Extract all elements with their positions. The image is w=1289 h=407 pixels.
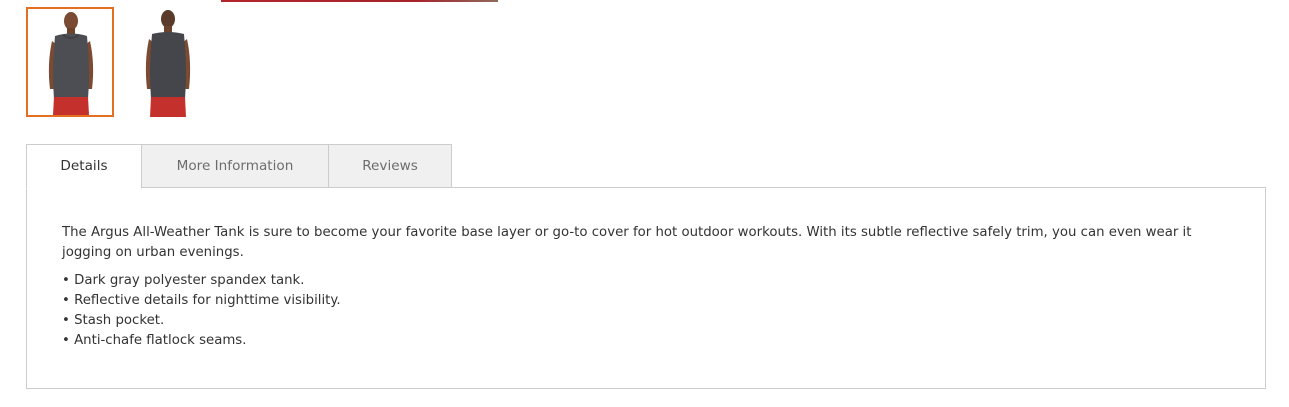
thumbnail-front-view[interactable]	[26, 7, 114, 117]
main-product-image-edge	[221, 0, 498, 2]
tab-details[interactable]: Details	[26, 144, 142, 189]
thumbnail-back-view[interactable]	[124, 7, 212, 117]
product-front-view-image	[48, 12, 94, 115]
feature-list: Dark gray polyester spandex tank. Reflec…	[62, 271, 1230, 351]
feature-item: Stash pocket.	[62, 311, 1230, 331]
product-back-view-image	[145, 10, 191, 117]
tab-reviews[interactable]: Reviews	[328, 144, 452, 188]
feature-item: Reflective details for nighttime visibil…	[62, 291, 1230, 311]
product-description: The Argus All-Weather Tank is sure to be…	[62, 225, 1192, 260]
feature-item: Dark gray polyester spandex tank.	[62, 271, 1230, 291]
tab-more-information[interactable]: More Information	[141, 144, 329, 188]
details-panel: The Argus All-Weather Tank is sure to be…	[26, 187, 1266, 389]
feature-item: Anti-chafe flatlock seams.	[62, 331, 1230, 351]
